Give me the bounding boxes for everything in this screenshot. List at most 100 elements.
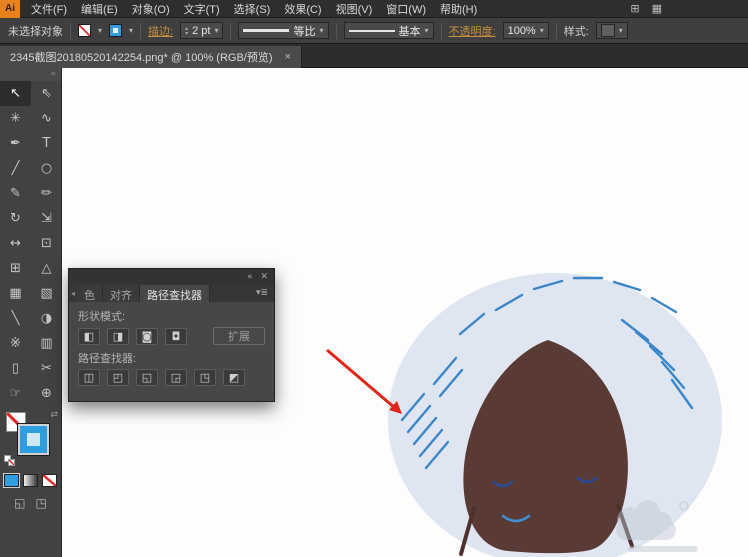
opacity-value: 100% <box>507 24 536 37</box>
collapse-panel-icon[interactable]: « <box>247 272 253 282</box>
arrange-documents-icon[interactable]: ▦ <box>652 2 662 15</box>
magic-wand-tool[interactable]: ✳ <box>0 106 31 131</box>
minus-front-button[interactable]: ◨ <box>107 327 129 345</box>
type-tool[interactable]: T <box>31 131 62 156</box>
ellipse-tool[interactable]: ○ <box>31 156 62 181</box>
expand-button[interactable]: 扩展 <box>213 327 265 345</box>
menu-bar: Ai 文件(F) 编辑(E) 对象(O) 文字(T) 选择(S) 效果(C) 视… <box>0 0 748 18</box>
direct-selection-tool[interactable]: ⇖ <box>31 81 62 106</box>
bridge-icon[interactable]: ⊞ <box>630 2 639 15</box>
color-button[interactable] <box>3 473 20 488</box>
trim-button[interactable]: ◰ <box>107 369 129 386</box>
document-tab-title: 2345截图20180520142254.png* @ 100% (RGB/预览… <box>10 52 273 64</box>
menu-window[interactable]: 窗口(W) <box>379 0 433 19</box>
chevron-down-icon[interactable]: ▾ <box>425 26 429 35</box>
perspective-grid-tool[interactable]: △ <box>31 256 62 281</box>
menu-type[interactable]: 文字(T) <box>177 0 227 19</box>
chevron-down-icon[interactable]: ▾ <box>214 26 218 35</box>
menu-view[interactable]: 视图(V) <box>329 0 380 19</box>
brush-preview <box>348 29 395 32</box>
none-button[interactable] <box>42 474 57 487</box>
width-profile-dropdown[interactable]: 等比 ▾ <box>238 22 329 39</box>
color-mode-buttons <box>0 473 61 488</box>
pen-tool[interactable]: ✒ <box>0 131 31 156</box>
tab-align[interactable]: 对齐 <box>103 285 141 302</box>
screen-mode-icon[interactable]: ◳ <box>36 496 47 510</box>
width-tool[interactable]: ↔ <box>0 231 31 256</box>
tab-pathfinder[interactable]: 路径查找器 <box>140 285 211 302</box>
opacity-dropdown[interactable]: 100% ▾ <box>502 22 549 39</box>
gradient-button[interactable] <box>23 474 38 487</box>
chevron-down-icon[interactable]: ▾ <box>540 26 544 35</box>
tab-close-icon[interactable]: × <box>285 51 291 63</box>
eyedropper-tool[interactable]: ╲ <box>0 306 31 331</box>
gradient-tool[interactable]: ▧ <box>31 281 62 306</box>
scale-tool[interactable]: ⇲ <box>31 206 62 231</box>
document-tab[interactable]: 2345截图20180520142254.png* @ 100% (RGB/预览… <box>0 46 302 68</box>
lasso-tool[interactable]: ∿ <box>31 106 62 131</box>
stroke-color-swatch[interactable] <box>109 24 123 37</box>
rotate-tool[interactable]: ↻ <box>0 206 31 231</box>
divider <box>70 22 71 39</box>
divider <box>140 22 142 39</box>
symbol-sprayer-tool[interactable]: ※ <box>0 331 31 356</box>
style-swatch <box>600 24 615 37</box>
close-icon[interactable]: ✕ <box>260 272 268 282</box>
stroke-profile-preview <box>243 29 290 32</box>
menu-edit[interactable]: 编辑(E) <box>74 0 125 19</box>
exclude-button[interactable]: ◘ <box>165 327 187 345</box>
mesh-tool[interactable]: ▦ <box>0 281 31 306</box>
default-fill-stroke-icon[interactable] <box>4 455 18 466</box>
shape-modes-label: 形状模式: <box>78 311 126 323</box>
stroke-weight-stepper[interactable]: ▴ ▾ <box>185 25 188 36</box>
brush-definition-dropdown[interactable]: 基本 ▾ <box>343 22 434 39</box>
column-graph-tool[interactable]: ▥ <box>31 331 62 356</box>
line-segment-tool[interactable]: ╱ <box>0 156 31 181</box>
panel-header[interactable]: « ✕ <box>69 269 274 284</box>
style-dropdown[interactable]: ▾ <box>595 22 628 39</box>
menu-file[interactable]: 文件(F) <box>24 0 74 19</box>
selection-tool[interactable]: ↖ <box>0 81 31 106</box>
shape-builder-tool[interactable]: ⊞ <box>0 256 31 281</box>
outline-button[interactable]: ◳ <box>194 369 216 386</box>
opacity-panel-link[interactable]: 不透明度: <box>449 23 496 39</box>
spin-down-icon[interactable]: ▾ <box>185 30 188 36</box>
minus-back-button[interactable]: ◩ <box>223 369 245 386</box>
tab-scroll-left-icon[interactable]: ◂ <box>69 289 77 298</box>
free-transform-tool[interactable]: ⊡ <box>31 231 62 256</box>
swap-fill-stroke-icon[interactable]: ⇄ <box>50 410 58 420</box>
annotation-arrow <box>326 348 402 414</box>
menu-help[interactable]: 帮助(H) <box>433 0 484 19</box>
chevron-down-icon[interactable]: ▾ <box>319 26 323 35</box>
draw-mode-icon[interactable]: ◱ <box>14 496 25 510</box>
fill-stroke-indicator: ⇄ <box>0 410 61 468</box>
menu-object[interactable]: 对象(O) <box>125 0 177 19</box>
stroke-dropdown-icon[interactable]: ▾ <box>129 26 133 35</box>
zoom-tool[interactable]: ⊕ <box>31 381 62 406</box>
intersect-button[interactable]: ◙ <box>136 327 158 345</box>
unite-button[interactable]: ◧ <box>78 327 100 345</box>
document-tab-bar: 2345截图20180520142254.png* @ 100% (RGB/预览… <box>0 44 748 68</box>
crop-button[interactable]: ◲ <box>165 369 187 386</box>
fill-color-swatch[interactable] <box>78 24 91 37</box>
fill-dropdown-icon[interactable]: ▾ <box>98 26 102 35</box>
paintbrush-tool[interactable]: ✎ <box>0 181 31 206</box>
chevron-down-icon[interactable]: ▾ <box>619 26 623 35</box>
tools-grid: ↖ ⇖ ✳ ∿ ✒ T ╱ ○ ✎ ✏ ↻ ⇲ ↔ ⊡ ⊞ △ ▦ ▧ ╲ ◑ <box>0 81 61 406</box>
hand-tool[interactable]: ☞ <box>0 381 31 406</box>
panel-menu-icon[interactable]: ▾≣ <box>256 288 274 298</box>
merge-button[interactable]: ◱ <box>136 369 158 386</box>
tab-color[interactable]: 色 <box>77 285 104 302</box>
menu-select[interactable]: 选择(S) <box>227 0 278 19</box>
stroke-color-swatch-large[interactable] <box>18 424 49 455</box>
collapse-panel-icon[interactable]: « <box>50 69 56 79</box>
slice-tool[interactable]: ✂ <box>31 356 62 381</box>
divide-button[interactable]: ◫ <box>78 369 100 386</box>
blend-tool[interactable]: ◑ <box>31 306 62 331</box>
pencil-tool[interactable]: ✏ <box>31 181 62 206</box>
stroke-panel-link[interactable]: 描边: <box>148 23 173 39</box>
tools-panel-header[interactable]: « <box>0 68 61 81</box>
artboard-tool[interactable]: ▯ <box>0 356 31 381</box>
stroke-weight-field[interactable]: ▴ ▾ 2 pt ▾ <box>180 22 224 39</box>
menu-effect[interactable]: 效果(C) <box>277 0 328 19</box>
